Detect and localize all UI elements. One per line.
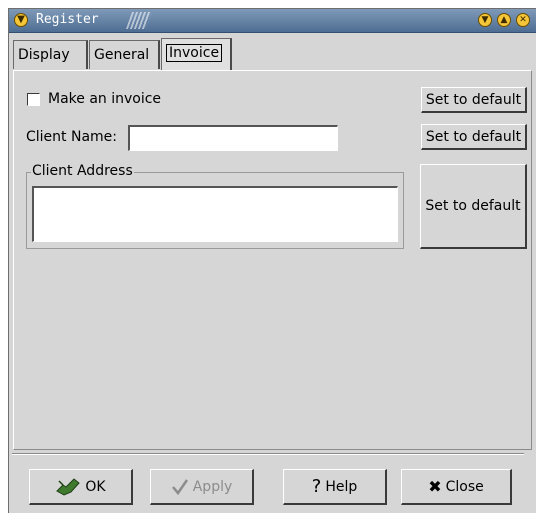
client-name-label: Client Name: — [26, 129, 117, 145]
make-invoice-option[interactable]: Make an invoice — [27, 89, 161, 109]
close-button[interactable]: ✖ Close — [401, 469, 512, 505]
tab-display-label: Display — [18, 47, 70, 63]
make-invoice-checkbox[interactable] — [27, 92, 40, 106]
ok-hand-icon — [56, 478, 81, 496]
tab-invoice[interactable]: Invoice — [161, 38, 232, 70]
tab-invoice-label: Invoice — [166, 44, 223, 62]
make-invoice-label: Make an invoice — [48, 91, 162, 107]
title-decoration — [125, 12, 153, 29]
tab-general-label: General — [94, 47, 150, 63]
x-icon: ✖ — [428, 477, 442, 496]
ok-button[interactable]: OK — [29, 469, 133, 505]
close-label: Close — [445, 479, 484, 495]
set-default-button-client-address[interactable]: Set to default — [420, 164, 527, 249]
help-label: Help — [325, 479, 358, 495]
client-address-field[interactable] — [32, 186, 398, 242]
client-address-label: Client Address — [31, 163, 134, 179]
help-button[interactable]: ? Help — [283, 469, 387, 505]
button-separator — [12, 453, 524, 455]
tab-display[interactable]: Display — [13, 40, 88, 69]
minimize-icon[interactable]: ▼ — [478, 13, 492, 27]
register-window: ▼ Register ▼ ▲ ✕ Display General Invoice… — [8, 8, 536, 513]
set-default-button-client-name[interactable]: Set to default — [421, 124, 527, 150]
set-default-button-invoice[interactable]: Set to default — [421, 87, 527, 113]
apply-button[interactable]: Apply — [150, 469, 254, 505]
tab-general[interactable]: General — [89, 40, 160, 69]
window-title: Register — [36, 12, 99, 27]
close-icon[interactable]: ✕ — [516, 13, 530, 27]
ok-label: OK — [85, 479, 106, 495]
question-icon: ? — [311, 476, 322, 497]
window-menu-icon[interactable]: ▼ — [14, 13, 28, 27]
client-name-field[interactable] — [128, 125, 338, 151]
apply-label: Apply — [192, 479, 233, 495]
maximize-icon[interactable]: ▲ — [497, 13, 511, 27]
title-bar[interactable]: ▼ Register ▼ ▲ ✕ — [9, 9, 536, 33]
checkmark-icon — [171, 479, 188, 496]
